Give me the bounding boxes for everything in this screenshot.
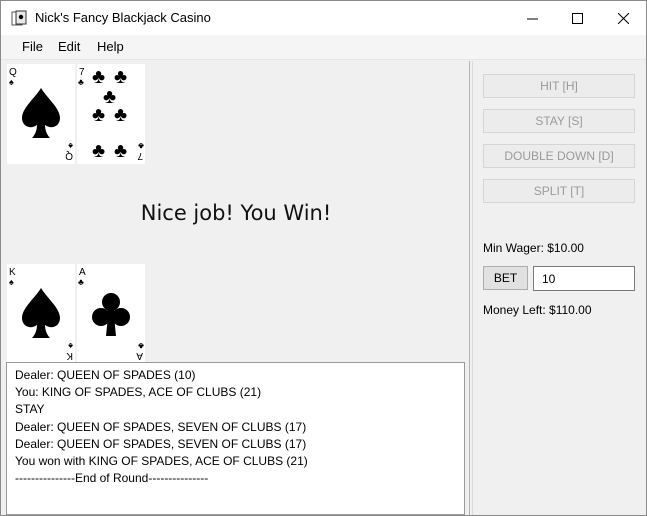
log-line: STAY [15, 402, 45, 417]
game-log[interactable]: Dealer: QUEEN OF SPADES (10) You: KING O… [6, 362, 465, 515]
menu-help[interactable]: Help [97, 39, 124, 54]
panel-divider-shadow [472, 61, 473, 515]
result-message: Nice job! You Win! [140, 201, 332, 225]
small-spade-icon: ♠ [9, 277, 14, 287]
small-club-icon: ♣ [138, 341, 144, 351]
bet-amount-input[interactable] [533, 266, 635, 291]
club-pip-icon: ♣ [114, 104, 127, 126]
menu-edit[interactable]: Edit [58, 39, 80, 54]
bet-button[interactable]: BET [483, 266, 528, 290]
log-line: Dealer: QUEEN OF SPADES (10) [15, 368, 196, 382]
split-button[interactable]: SPLIT [T] [483, 179, 635, 203]
small-spade-icon: ♠ [9, 77, 14, 87]
small-club-icon: ♣ [78, 277, 84, 287]
log-line: Dealer: QUEEN OF SPADES, SEVEN OF CLUBS … [15, 436, 307, 451]
min-wager-label: Min Wager: $10.00 [483, 241, 584, 255]
small-club-icon: ♣ [138, 141, 144, 151]
close-button[interactable] [600, 1, 646, 35]
close-icon [617, 12, 629, 24]
window-title: Nick's Fancy Blackjack Casino [35, 10, 211, 25]
dealer-card-1: Q ♠ Q ♠ [7, 64, 75, 164]
club-pip-icon: ♣ [114, 140, 127, 162]
money-left-label: Money Left: $110.00 [483, 303, 592, 317]
player-card-2: A ♣ A ♣ [77, 264, 145, 364]
panel-divider[interactable] [469, 61, 470, 515]
minimize-button[interactable] [509, 1, 555, 35]
maximize-button[interactable] [554, 1, 600, 35]
maximize-icon [571, 12, 583, 24]
small-club-icon: ♣ [78, 77, 84, 87]
title-bar[interactable]: Nick's Fancy Blackjack Casino [1, 1, 646, 35]
card-table: Q ♠ Q ♠ 7 ♣ ♣ ♣ ♣ ♣ ♣ ♣ ♣ 7 ♣ Nice job! … [1, 61, 467, 364]
dealer-card-2: 7 ♣ ♣ ♣ ♣ ♣ ♣ ♣ ♣ 7 ♣ [77, 64, 145, 164]
log-line: ---------------End of Round-------------… [15, 471, 209, 486]
club-pip-icon: ♣ [92, 66, 105, 88]
club-pip-icon: ♣ [114, 66, 127, 88]
small-spade-icon: ♠ [68, 141, 73, 151]
app-window: Nick's Fancy Blackjack Casino File Edit … [0, 0, 647, 516]
stay-button[interactable]: STAY [S] [483, 109, 635, 133]
small-spade-icon: ♠ [68, 341, 73, 351]
spade-icon [22, 288, 60, 338]
player-card-1: K ♠ K ♠ [7, 264, 75, 364]
menu-bar: File Edit Help [1, 35, 646, 60]
log-line: You: KING OF SPADES, ACE OF CLUBS (21) [15, 385, 262, 400]
club-pip-icon: ♣ [92, 140, 105, 162]
app-icon [11, 10, 27, 26]
log-line: You won with KING OF SPADES, ACE OF CLUB… [15, 454, 308, 469]
club-pip-icon: ♣ [92, 104, 105, 126]
spade-icon [22, 88, 60, 138]
club-icon [92, 293, 130, 336]
hit-button[interactable]: HIT [H] [483, 74, 635, 98]
minimize-icon [526, 18, 538, 19]
menu-file[interactable]: File [22, 39, 43, 54]
log-line: Dealer: QUEEN OF SPADES, SEVEN OF CLUBS … [15, 419, 307, 434]
double-down-button[interactable]: DOUBLE DOWN [D] [483, 144, 635, 168]
